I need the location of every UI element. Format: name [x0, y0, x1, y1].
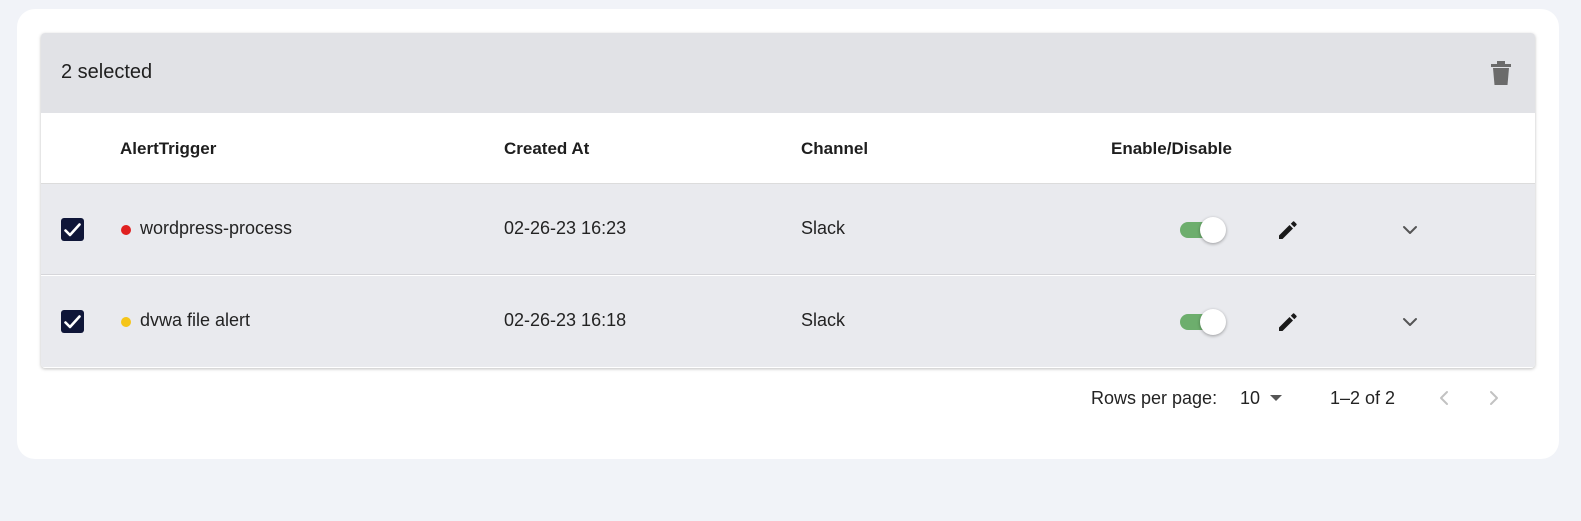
rows-per-page-label: Rows per page:	[1091, 388, 1218, 408]
checkmark-icon	[64, 222, 81, 236]
pencil-icon	[1279, 313, 1297, 331]
alert-trigger-name: dvwa file alert	[140, 310, 251, 330]
enable-toggle[interactable]	[1180, 217, 1226, 243]
alerts-card: 2 selected AlertTrigger Created At Chann…	[17, 9, 1559, 459]
trash-icon	[1491, 61, 1511, 85]
toggle-thumb	[1200, 309, 1226, 335]
expand-row-button[interactable]	[1396, 308, 1424, 336]
selection-toolbar: 2 selected	[41, 33, 1535, 113]
table-row[interactable]: dvwa file alert 02-26-23 16:18 Slack	[41, 276, 1535, 367]
status-dot-icon	[121, 317, 131, 327]
checkmark-icon	[64, 314, 81, 328]
chevron-down-icon	[1403, 318, 1417, 326]
column-header-channel[interactable]: Channel	[801, 139, 868, 159]
chevron-down-icon	[1403, 226, 1417, 234]
selected-count: 2 selected	[61, 61, 153, 83]
table-header: AlertTrigger Created At Channel Enable/D…	[41, 113, 1535, 184]
table-pagination: Rows per page: 10 1–2 of 2	[41, 368, 1535, 428]
edit-button[interactable]	[1274, 308, 1302, 336]
rows-per-page-select[interactable]: 10	[1240, 386, 1288, 410]
edit-button[interactable]	[1274, 216, 1302, 244]
alert-trigger-name: wordpress-process	[140, 218, 293, 238]
column-header-alerttrigger[interactable]: AlertTrigger	[120, 139, 216, 159]
channel-value: Slack	[801, 218, 846, 238]
column-header-enable-disable[interactable]: Enable/Disable	[1111, 139, 1232, 159]
created-at-value: 02-26-23 16:18	[504, 310, 627, 330]
created-at-value: 02-26-23 16:23	[504, 218, 627, 238]
previous-page-button[interactable]	[1431, 385, 1457, 411]
enable-toggle[interactable]	[1180, 309, 1226, 335]
chevron-left-icon	[1440, 391, 1448, 405]
next-page-button[interactable]	[1481, 385, 1507, 411]
pagination-range: 1–2 of 2	[1330, 388, 1396, 408]
channel-value: Slack	[801, 310, 846, 330]
column-header-created-at[interactable]: Created At	[504, 139, 589, 159]
chevron-right-icon	[1490, 391, 1498, 405]
pencil-icon	[1279, 221, 1297, 239]
status-dot-icon	[121, 225, 131, 235]
row-checkbox[interactable]	[61, 310, 84, 333]
caret-down-icon	[1270, 395, 1282, 401]
delete-button[interactable]	[1485, 57, 1517, 89]
expand-row-button[interactable]	[1396, 216, 1424, 244]
alerts-table: 2 selected AlertTrigger Created At Chann…	[41, 33, 1535, 368]
toggle-thumb	[1200, 217, 1226, 243]
row-checkbox[interactable]	[61, 218, 84, 241]
rows-per-page-value: 10	[1240, 388, 1261, 408]
table-row[interactable]: wordpress-process 02-26-23 16:23 Slack	[41, 184, 1535, 275]
